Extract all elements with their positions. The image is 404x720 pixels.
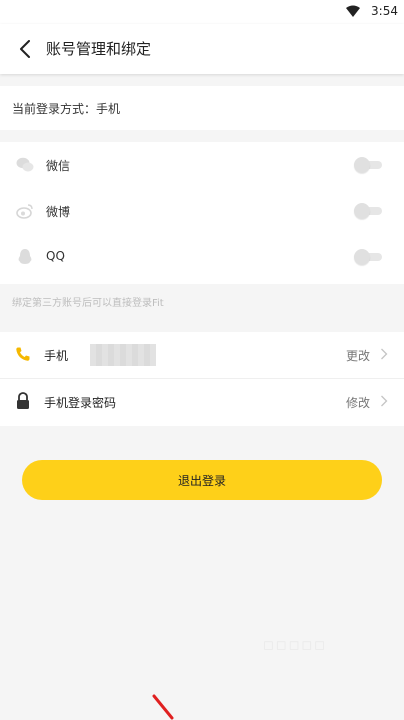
toggle-knob (354, 203, 370, 219)
binding-row-qq: QQ (0, 234, 404, 280)
phone-row[interactable]: 手机 更改 (0, 332, 404, 379)
wifi-icon (346, 5, 360, 17)
phone-label: 手机 (44, 349, 69, 363)
back-arrow-icon (20, 40, 30, 58)
binding-row-wechat: 微信 (0, 142, 404, 188)
login-mode-section: 当前登录方式：手机 (0, 86, 404, 130)
status-time: 3:54 (371, 4, 398, 18)
status-bar: 3:54 (0, 0, 404, 24)
masked-phone-number (90, 344, 156, 366)
logout-button[interactable]: 退出登录 (22, 460, 382, 500)
toggle-knob (354, 157, 370, 173)
qq-toggle[interactable] (354, 249, 382, 265)
binding-label-weibo: 微博 (46, 205, 71, 219)
chevron-right-icon (381, 348, 388, 360)
red-arrow-icon (152, 694, 174, 720)
password-change-action[interactable]: 修改 (346, 394, 370, 411)
page-title: 账号管理和绑定 (46, 40, 152, 58)
wechat-icon (16, 156, 34, 174)
weibo-icon (16, 202, 34, 220)
binding-hint: 绑定第三方账号后可以直接登录Fit (12, 298, 164, 309)
watermark: ◻◻◻◻◻ (263, 638, 327, 653)
toggle-knob (354, 249, 370, 265)
login-mode-text: 当前登录方式：手机 (12, 102, 121, 116)
third-party-bindings: 微信 微博 QQ (0, 142, 404, 284)
password-label: 手机登录密码 (44, 396, 117, 410)
phone-change-action[interactable]: 更改 (346, 347, 370, 364)
phone-icon (14, 345, 32, 363)
back-button[interactable] (12, 36, 38, 62)
lock-icon (14, 392, 32, 410)
wechat-toggle[interactable] (354, 157, 382, 173)
app-bar: 账号管理和绑定 (0, 24, 404, 74)
qq-icon (16, 248, 34, 266)
binding-label-wechat: 微信 (46, 159, 71, 173)
weibo-toggle[interactable] (354, 203, 382, 219)
password-row[interactable]: 手机登录密码 修改 (0, 379, 404, 425)
binding-row-weibo: 微博 (0, 188, 404, 234)
account-section: 手机 更改 手机登录密码 修改 (0, 332, 404, 426)
binding-label-qq: QQ (46, 249, 65, 263)
chevron-right-icon (381, 395, 388, 407)
